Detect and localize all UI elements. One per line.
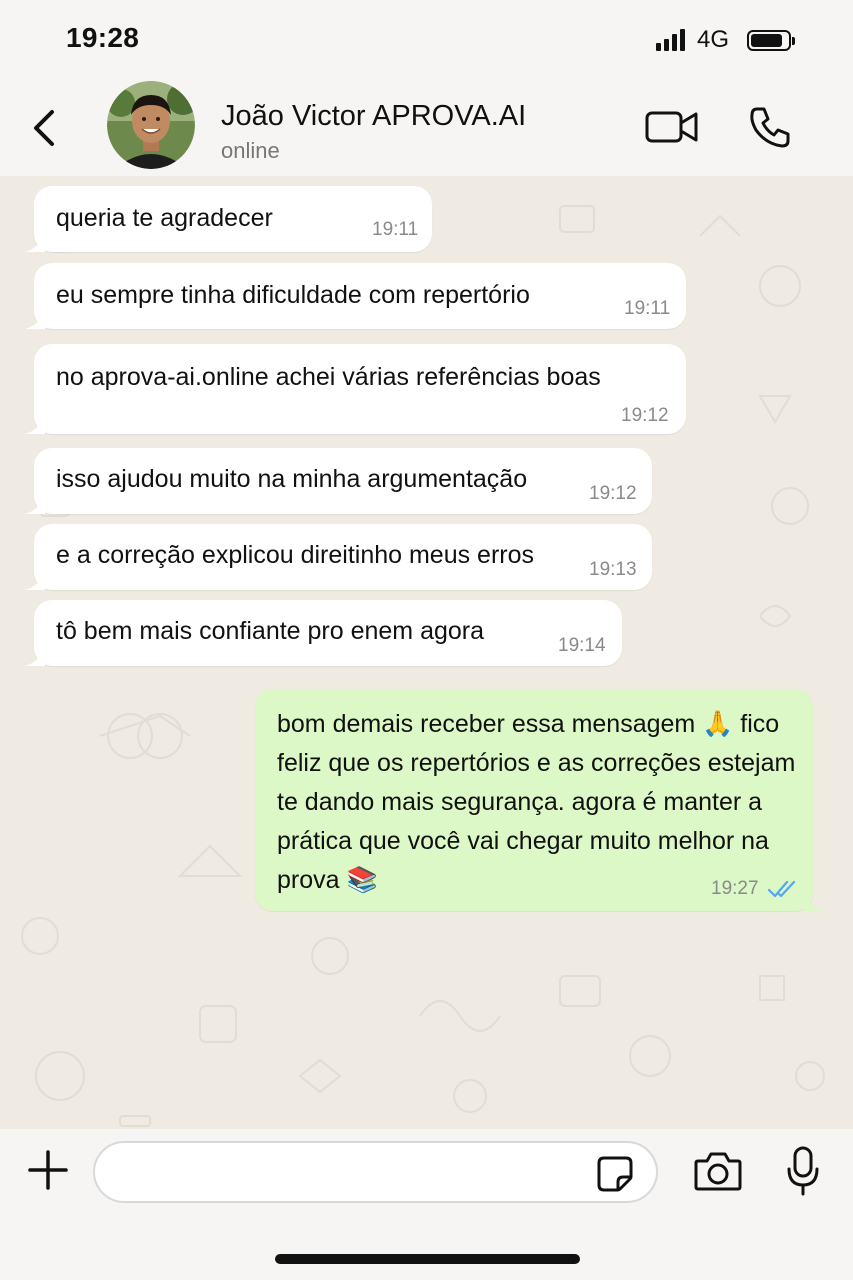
status-time: 19:28 bbox=[66, 22, 140, 53]
video-camera-icon[interactable] bbox=[644, 106, 700, 148]
message-timestamp: 19:13 bbox=[589, 559, 637, 580]
message-timestamp: 19:12 bbox=[589, 483, 637, 504]
message-text: eu sempre tinha dificuldade com repertór… bbox=[56, 281, 530, 309]
bubble-tail bbox=[25, 572, 45, 590]
bubble-tail bbox=[25, 648, 45, 666]
incoming-message-bubble[interactable]: isso ajudou muito na minha argumentação 1… bbox=[25, 448, 652, 514]
message-timestamp: 19:12 bbox=[621, 405, 669, 426]
incoming-message-bubble[interactable]: queria te agradecer 19:11 bbox=[25, 186, 432, 252]
signal-strength-icon bbox=[655, 29, 685, 51]
microphone-icon[interactable] bbox=[785, 1145, 821, 1197]
plus-icon[interactable] bbox=[27, 1149, 69, 1191]
battery-level bbox=[751, 33, 782, 47]
contact-status: online bbox=[221, 138, 280, 163]
status-bar: 19:28 4G bbox=[0, 0, 853, 78]
sticker-icon[interactable] bbox=[596, 1155, 634, 1193]
home-indicator[interactable] bbox=[275, 1254, 580, 1264]
message-text: tô bem mais confiante pro enem agora bbox=[56, 617, 485, 645]
message-text: queria te agradecer bbox=[56, 204, 273, 232]
bubble-tail bbox=[25, 496, 45, 514]
phone-icon[interactable] bbox=[747, 104, 793, 150]
network-type: 4G bbox=[696, 26, 729, 53]
read-receipt-icon bbox=[767, 880, 796, 898]
status-indicators: 4G bbox=[655, 26, 795, 54]
incoming-message-bubble[interactable]: e a correção explicou direitinho meus er… bbox=[25, 524, 652, 590]
camera-icon[interactable] bbox=[693, 1149, 743, 1193]
message-text: no aprova-ai.online achei várias referên… bbox=[56, 363, 601, 391]
incoming-message-bubble[interactable]: eu sempre tinha dificuldade com repertór… bbox=[25, 263, 686, 329]
bubble-tail bbox=[803, 893, 823, 911]
contact-name[interactable]: João Victor APROVA.AI bbox=[221, 100, 526, 133]
chevron-left-icon[interactable] bbox=[26, 104, 66, 152]
message-text: bom demais receber essa mensagem 🙏 fico … bbox=[277, 710, 796, 894]
message-timestamp: 19:27 bbox=[711, 878, 759, 899]
message-timestamp: 19:14 bbox=[558, 635, 606, 656]
incoming-message-bubble[interactable]: tô bem mais confiante pro enem agora 19:1… bbox=[25, 600, 622, 666]
incoming-message-bubble[interactable]: no aprova-ai.online achei várias referên… bbox=[25, 344, 686, 434]
chat-header: João Victor APROVA.AI online bbox=[0, 78, 853, 176]
battery-icon bbox=[747, 29, 795, 51]
avatar[interactable] bbox=[107, 81, 195, 169]
message-input[interactable] bbox=[93, 1141, 658, 1203]
message-timestamp: 19:11 bbox=[372, 219, 419, 240]
input-bar bbox=[0, 1129, 853, 1280]
chat-area[interactable]: queria te agradecer 19:11 eu sempre tinha … bbox=[0, 176, 853, 1129]
message-text: isso ajudou muito na minha argumentação bbox=[56, 465, 528, 493]
bubble-tail bbox=[25, 416, 45, 434]
message-text: e a correção explicou direitinho meus er… bbox=[56, 541, 535, 569]
outgoing-message-bubble[interactable]: bom demais receber essa mensagem 🙏 fico … bbox=[255, 689, 823, 911]
bubble-tail bbox=[25, 234, 45, 252]
message-timestamp: 19:11 bbox=[624, 298, 671, 319]
bubble-tail bbox=[25, 311, 45, 329]
